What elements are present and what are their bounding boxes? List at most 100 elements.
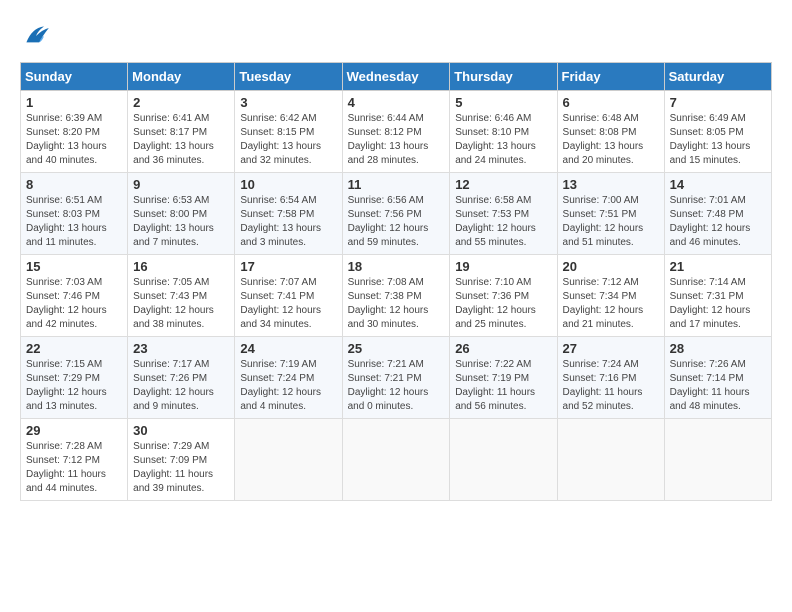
calendar-cell: 18 Sunrise: 7:08 AM Sunset: 7:38 PM Dayl… — [342, 255, 450, 337]
calendar-cell — [450, 419, 557, 501]
calendar-cell: 11 Sunrise: 6:56 AM Sunset: 7:56 PM Dayl… — [342, 173, 450, 255]
day-number: 12 — [455, 177, 551, 192]
day-number: 7 — [670, 95, 766, 110]
weekday-header-saturday: Saturday — [664, 63, 771, 91]
day-info: Sunrise: 7:03 AM Sunset: 7:46 PM Dayligh… — [26, 276, 122, 332]
day-info: Sunrise: 7:26 AM Sunset: 7:14 PM Dayligh… — [670, 358, 766, 414]
day-number: 14 — [670, 177, 766, 192]
day-info: Sunrise: 6:39 AM Sunset: 8:20 PM Dayligh… — [26, 112, 122, 168]
calendar-cell: 16 Sunrise: 7:05 AM Sunset: 7:43 PM Dayl… — [128, 255, 235, 337]
calendar-cell: 9 Sunrise: 6:53 AM Sunset: 8:00 PM Dayli… — [128, 173, 235, 255]
day-info: Sunrise: 7:00 AM Sunset: 7:51 PM Dayligh… — [563, 194, 659, 250]
calendar-cell: 20 Sunrise: 7:12 AM Sunset: 7:34 PM Dayl… — [557, 255, 664, 337]
day-number: 16 — [133, 259, 229, 274]
calendar-cell: 15 Sunrise: 7:03 AM Sunset: 7:46 PM Dayl… — [21, 255, 128, 337]
day-info: Sunrise: 7:19 AM Sunset: 7:24 PM Dayligh… — [240, 358, 336, 414]
day-info: Sunrise: 7:01 AM Sunset: 7:48 PM Dayligh… — [670, 194, 766, 250]
day-info: Sunrise: 7:10 AM Sunset: 7:36 PM Dayligh… — [455, 276, 551, 332]
calendar-cell: 23 Sunrise: 7:17 AM Sunset: 7:26 PM Dayl… — [128, 337, 235, 419]
day-number: 8 — [26, 177, 122, 192]
calendar-cell: 7 Sunrise: 6:49 AM Sunset: 8:05 PM Dayli… — [664, 91, 771, 173]
weekday-header-monday: Monday — [128, 63, 235, 91]
day-number: 30 — [133, 423, 229, 438]
calendar-cell: 26 Sunrise: 7:22 AM Sunset: 7:19 PM Dayl… — [450, 337, 557, 419]
calendar-cell: 1 Sunrise: 6:39 AM Sunset: 8:20 PM Dayli… — [21, 91, 128, 173]
day-info: Sunrise: 7:07 AM Sunset: 7:41 PM Dayligh… — [240, 276, 336, 332]
calendar-cell: 24 Sunrise: 7:19 AM Sunset: 7:24 PM Dayl… — [235, 337, 342, 419]
calendar-cell: 12 Sunrise: 6:58 AM Sunset: 7:53 PM Dayl… — [450, 173, 557, 255]
day-number: 11 — [348, 177, 445, 192]
calendar-cell: 10 Sunrise: 6:54 AM Sunset: 7:58 PM Dayl… — [235, 173, 342, 255]
calendar-table: SundayMondayTuesdayWednesdayThursdayFrid… — [20, 62, 772, 501]
day-info: Sunrise: 7:17 AM Sunset: 7:26 PM Dayligh… — [133, 358, 229, 414]
calendar-cell: 8 Sunrise: 6:51 AM Sunset: 8:03 PM Dayli… — [21, 173, 128, 255]
day-info: Sunrise: 7:14 AM Sunset: 7:31 PM Dayligh… — [670, 276, 766, 332]
calendar-cell: 14 Sunrise: 7:01 AM Sunset: 7:48 PM Dayl… — [664, 173, 771, 255]
day-number: 17 — [240, 259, 336, 274]
day-number: 20 — [563, 259, 659, 274]
day-info: Sunrise: 6:56 AM Sunset: 7:56 PM Dayligh… — [348, 194, 445, 250]
calendar-week-0: 1 Sunrise: 6:39 AM Sunset: 8:20 PM Dayli… — [21, 91, 772, 173]
weekday-header-wednesday: Wednesday — [342, 63, 450, 91]
calendar-cell: 30 Sunrise: 7:29 AM Sunset: 7:09 PM Dayl… — [128, 419, 235, 501]
calendar-week-4: 29 Sunrise: 7:28 AM Sunset: 7:12 PM Dayl… — [21, 419, 772, 501]
day-number: 18 — [348, 259, 445, 274]
calendar-cell: 19 Sunrise: 7:10 AM Sunset: 7:36 PM Dayl… — [450, 255, 557, 337]
day-info: Sunrise: 7:15 AM Sunset: 7:29 PM Dayligh… — [26, 358, 122, 414]
day-number: 15 — [26, 259, 122, 274]
day-number: 10 — [240, 177, 336, 192]
day-number: 6 — [563, 95, 659, 110]
calendar-cell — [235, 419, 342, 501]
day-number: 29 — [26, 423, 122, 438]
day-info: Sunrise: 7:21 AM Sunset: 7:21 PM Dayligh… — [348, 358, 445, 414]
day-info: Sunrise: 7:29 AM Sunset: 7:09 PM Dayligh… — [133, 440, 229, 496]
calendar-cell: 22 Sunrise: 7:15 AM Sunset: 7:29 PM Dayl… — [21, 337, 128, 419]
weekday-row: SundayMondayTuesdayWednesdayThursdayFrid… — [21, 63, 772, 91]
day-number: 3 — [240, 95, 336, 110]
calendar-cell: 29 Sunrise: 7:28 AM Sunset: 7:12 PM Dayl… — [21, 419, 128, 501]
calendar-header: SundayMondayTuesdayWednesdayThursdayFrid… — [21, 63, 772, 91]
day-number: 24 — [240, 341, 336, 356]
day-number: 2 — [133, 95, 229, 110]
day-number: 26 — [455, 341, 551, 356]
day-number: 19 — [455, 259, 551, 274]
day-info: Sunrise: 6:46 AM Sunset: 8:10 PM Dayligh… — [455, 112, 551, 168]
logo — [20, 20, 56, 52]
weekday-header-thursday: Thursday — [450, 63, 557, 91]
day-number: 1 — [26, 95, 122, 110]
logo-icon — [20, 20, 52, 52]
calendar-week-2: 15 Sunrise: 7:03 AM Sunset: 7:46 PM Dayl… — [21, 255, 772, 337]
calendar-cell: 13 Sunrise: 7:00 AM Sunset: 7:51 PM Dayl… — [557, 173, 664, 255]
weekday-header-tuesday: Tuesday — [235, 63, 342, 91]
calendar-cell: 28 Sunrise: 7:26 AM Sunset: 7:14 PM Dayl… — [664, 337, 771, 419]
calendar-cell: 25 Sunrise: 7:21 AM Sunset: 7:21 PM Dayl… — [342, 337, 450, 419]
day-info: Sunrise: 6:54 AM Sunset: 7:58 PM Dayligh… — [240, 194, 336, 250]
calendar-cell: 6 Sunrise: 6:48 AM Sunset: 8:08 PM Dayli… — [557, 91, 664, 173]
calendar-cell — [664, 419, 771, 501]
day-info: Sunrise: 7:24 AM Sunset: 7:16 PM Dayligh… — [563, 358, 659, 414]
day-number: 4 — [348, 95, 445, 110]
calendar-week-3: 22 Sunrise: 7:15 AM Sunset: 7:29 PM Dayl… — [21, 337, 772, 419]
weekday-header-sunday: Sunday — [21, 63, 128, 91]
day-info: Sunrise: 6:58 AM Sunset: 7:53 PM Dayligh… — [455, 194, 551, 250]
weekday-header-friday: Friday — [557, 63, 664, 91]
day-number: 22 — [26, 341, 122, 356]
calendar-body: 1 Sunrise: 6:39 AM Sunset: 8:20 PM Dayli… — [21, 91, 772, 501]
calendar-week-1: 8 Sunrise: 6:51 AM Sunset: 8:03 PM Dayli… — [21, 173, 772, 255]
day-info: Sunrise: 7:05 AM Sunset: 7:43 PM Dayligh… — [133, 276, 229, 332]
calendar-cell: 21 Sunrise: 7:14 AM Sunset: 7:31 PM Dayl… — [664, 255, 771, 337]
day-number: 13 — [563, 177, 659, 192]
day-info: Sunrise: 6:48 AM Sunset: 8:08 PM Dayligh… — [563, 112, 659, 168]
calendar-cell: 17 Sunrise: 7:07 AM Sunset: 7:41 PM Dayl… — [235, 255, 342, 337]
page-header — [20, 20, 772, 52]
day-info: Sunrise: 6:44 AM Sunset: 8:12 PM Dayligh… — [348, 112, 445, 168]
calendar-cell: 4 Sunrise: 6:44 AM Sunset: 8:12 PM Dayli… — [342, 91, 450, 173]
day-info: Sunrise: 7:28 AM Sunset: 7:12 PM Dayligh… — [26, 440, 122, 496]
calendar-cell: 27 Sunrise: 7:24 AM Sunset: 7:16 PM Dayl… — [557, 337, 664, 419]
day-number: 25 — [348, 341, 445, 356]
day-number: 28 — [670, 341, 766, 356]
calendar-cell: 2 Sunrise: 6:41 AM Sunset: 8:17 PM Dayli… — [128, 91, 235, 173]
day-info: Sunrise: 7:08 AM Sunset: 7:38 PM Dayligh… — [348, 276, 445, 332]
day-info: Sunrise: 7:12 AM Sunset: 7:34 PM Dayligh… — [563, 276, 659, 332]
day-info: Sunrise: 6:41 AM Sunset: 8:17 PM Dayligh… — [133, 112, 229, 168]
